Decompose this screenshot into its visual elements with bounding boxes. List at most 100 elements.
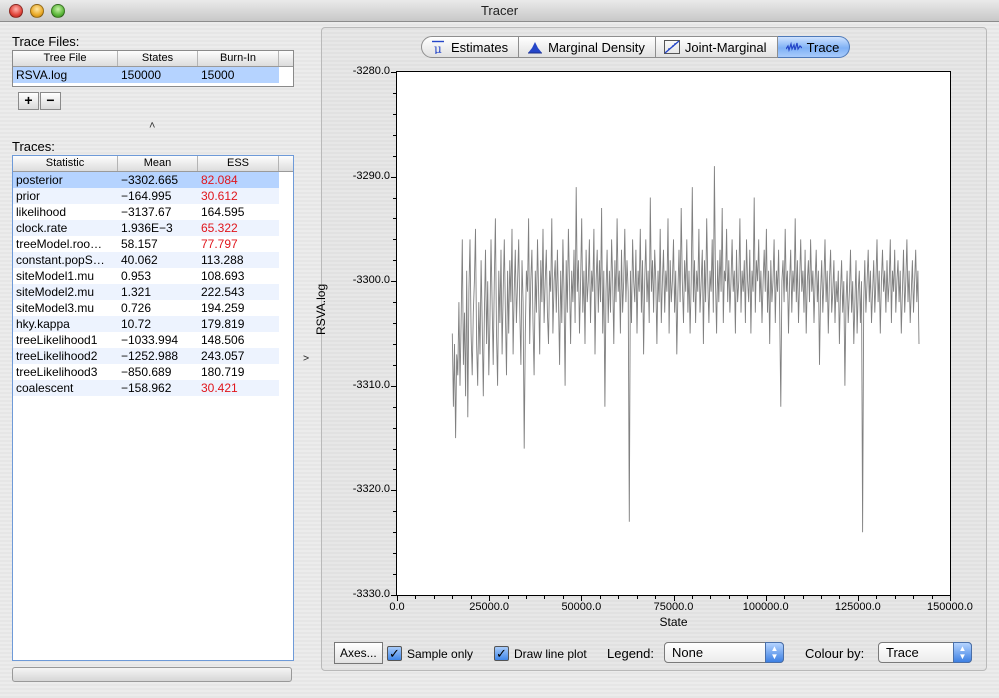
trace-row[interactable]: treeLikelihood3 −850.689 180.719 bbox=[13, 364, 279, 380]
trace-icon bbox=[785, 41, 802, 53]
tab-estimates[interactable]: μ Estimates bbox=[421, 36, 520, 58]
trace-statistic: coalescent bbox=[16, 381, 74, 395]
x-minor-tick bbox=[857, 596, 859, 599]
x-tick-label: 25000.0 bbox=[469, 601, 510, 613]
x-minor-tick bbox=[728, 596, 730, 599]
trace-row[interactable]: prior −164.995 30.612 bbox=[13, 188, 279, 204]
x-minor-tick bbox=[433, 596, 435, 599]
y-minor-tick bbox=[393, 72, 396, 73]
y-minor-tick bbox=[393, 595, 396, 596]
add-trace-file-button[interactable]: + bbox=[18, 92, 39, 110]
x-minor-tick bbox=[636, 596, 638, 599]
trace-row[interactable]: coalescent −158.962 30.421 bbox=[13, 380, 279, 396]
trace-ess: 108.693 bbox=[201, 269, 245, 283]
traces-label: Traces: bbox=[12, 139, 55, 154]
trace-file-row[interactable]: RSVA.log 150000 15000 bbox=[13, 67, 279, 83]
column-header-states[interactable]: States bbox=[118, 51, 198, 66]
trace-files-label: Trace Files: bbox=[12, 34, 80, 49]
trace-row[interactable]: posterior −3302.665 82.084 bbox=[13, 172, 279, 188]
trace-statistic: treeLikelihood1 bbox=[16, 333, 98, 347]
trace-row[interactable]: treeModel.roo… 58.157 77.797 bbox=[13, 236, 279, 252]
axes-button[interactable]: Axes... bbox=[334, 642, 383, 664]
trace-row[interactable]: hky.kappa 10.72 179.819 bbox=[13, 316, 279, 332]
trace-statistic: posterior bbox=[16, 173, 63, 187]
trace-file-burnin[interactable]: 15000 bbox=[198, 67, 279, 83]
traces-table[interactable]: Statistic Mean ESS posterior −3302.665 82.… bbox=[12, 155, 294, 661]
trace-mean: −850.689 bbox=[121, 365, 172, 379]
y-tick-label: -3290.0 bbox=[352, 169, 390, 182]
column-header-tree-file[interactable]: Tree File bbox=[13, 51, 118, 66]
x-minor-tick bbox=[747, 596, 749, 599]
draw-line-plot-checkbox[interactable]: ✓ bbox=[494, 646, 509, 661]
column-header-ess[interactable]: ESS bbox=[198, 156, 279, 171]
x-minor-tick bbox=[894, 596, 896, 599]
colour-by-select[interactable]: Trace ▲ ▼ bbox=[878, 642, 972, 663]
trace-row[interactable]: clock.rate 1.936E−3 65.322 bbox=[13, 220, 279, 236]
trace-row[interactable]: siteModel2.mu 1.321 222.543 bbox=[13, 284, 279, 300]
column-header-statistic[interactable]: Statistic bbox=[13, 156, 118, 171]
trace-statistic: prior bbox=[16, 189, 41, 203]
x-minor-tick bbox=[765, 596, 767, 599]
y-minor-tick bbox=[393, 113, 396, 115]
traces-header: Statistic Mean ESS bbox=[13, 156, 293, 172]
remove-trace-file-button[interactable]: − bbox=[40, 92, 61, 110]
tab-marginal-density[interactable]: Marginal Density bbox=[519, 36, 656, 58]
x-axis-title: State bbox=[659, 615, 688, 629]
y-minor-tick bbox=[393, 406, 396, 408]
y-minor-tick bbox=[393, 469, 396, 471]
tab-estimates-label: Estimates bbox=[451, 39, 509, 55]
y-minor-tick bbox=[393, 92, 396, 94]
trace-ess: 194.259 bbox=[201, 301, 245, 315]
tab-trace[interactable]: Trace bbox=[777, 36, 851, 58]
x-tick-label: 150000.0 bbox=[927, 601, 973, 613]
trace-mean: 10.72 bbox=[121, 317, 152, 331]
sample-only-checkbox[interactable]: ✓ bbox=[387, 646, 402, 661]
splitter-collapse-icon[interactable]: ˄ bbox=[299, 355, 311, 361]
splitter-up-icon[interactable]: ˄ bbox=[149, 120, 155, 132]
x-minor-tick bbox=[526, 596, 528, 599]
column-header-mean[interactable]: Mean bbox=[118, 156, 198, 171]
y-minor-tick bbox=[393, 197, 396, 199]
x-minor-tick bbox=[452, 596, 454, 599]
trace-plot-area[interactable] bbox=[396, 71, 951, 596]
trace-statistic: hky.kappa bbox=[16, 317, 70, 331]
trace-row[interactable]: likelihood −3137.67 164.595 bbox=[13, 204, 279, 220]
trace-file-name: RSVA.log bbox=[16, 68, 68, 82]
x-minor-tick bbox=[397, 596, 398, 599]
x-minor-tick bbox=[655, 596, 657, 599]
trace-row[interactable]: constant.popS… 40.062 113.288 bbox=[13, 252, 279, 268]
trace-mean: 0.726 bbox=[121, 301, 152, 315]
tab-trace-label: Trace bbox=[806, 39, 840, 55]
legend-select[interactable]: None ▲ ▼ bbox=[664, 642, 784, 663]
legend-select-value: None bbox=[672, 645, 704, 660]
tab-joint-marginal-label: Joint-Marginal bbox=[684, 39, 767, 55]
trace-mean: 1.936E−3 bbox=[121, 221, 173, 235]
x-minor-tick bbox=[950, 596, 951, 599]
trace-ess: 148.506 bbox=[201, 333, 245, 347]
x-minor-tick bbox=[562, 596, 564, 599]
y-minor-tick bbox=[393, 155, 396, 157]
trace-row[interactable]: siteModel1.mu 0.953 108.693 bbox=[13, 268, 279, 284]
x-minor-tick bbox=[820, 596, 822, 599]
trace-statistic: likelihood bbox=[16, 205, 67, 219]
trace-statistic: clock.rate bbox=[16, 221, 68, 235]
trace-ess: 179.819 bbox=[201, 317, 245, 331]
x-minor-tick bbox=[710, 596, 712, 599]
trace-chart bbox=[451, 166, 920, 533]
trace-mean: 1.321 bbox=[121, 285, 152, 299]
y-minor-tick bbox=[393, 134, 396, 136]
draw-line-plot-label: Draw line plot bbox=[514, 647, 587, 661]
trace-files-table[interactable]: Tree File States Burn-In RSVA.log 150000… bbox=[12, 50, 294, 87]
column-header-burn-in[interactable]: Burn-In bbox=[198, 51, 279, 66]
x-minor-tick bbox=[691, 596, 693, 599]
trace-ess: 30.421 bbox=[201, 381, 238, 395]
trace-mean: −3302.665 bbox=[121, 173, 179, 187]
y-minor-tick bbox=[393, 574, 396, 576]
trace-row[interactable]: treeLikelihood2 −1252.988 243.057 bbox=[13, 348, 279, 364]
trace-series-line bbox=[451, 166, 920, 533]
tab-joint-marginal[interactable]: Joint-Marginal bbox=[655, 36, 778, 58]
trace-row[interactable]: siteModel3.mu 0.726 194.259 bbox=[13, 300, 279, 316]
y-minor-tick bbox=[393, 511, 396, 513]
trace-row[interactable]: treeLikelihood1 −1033.994 148.506 bbox=[13, 332, 279, 348]
select-arrows-icon: ▲ ▼ bbox=[765, 642, 784, 663]
